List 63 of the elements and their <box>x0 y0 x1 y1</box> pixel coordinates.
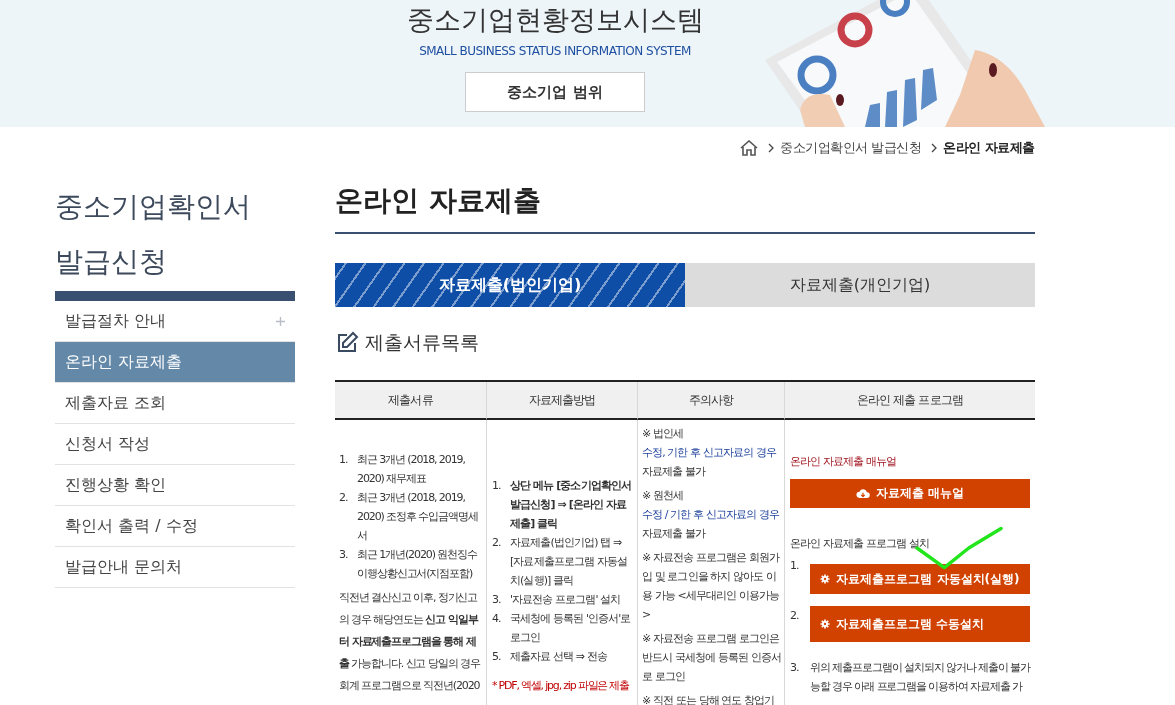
caution-text: 자료제출 불가 <box>642 464 707 480</box>
list-number: 3. <box>339 547 349 563</box>
file-note: * PDF, 엑셀, jpg, zip 파일은 제출 <box>492 678 631 694</box>
sidebar-item[interactable]: 온라인 자료제출 <box>55 342 295 383</box>
note-text: 직전년 결산신고 이후, 정기신고의 경우 해당연도는 신고 익일부터 자료제출프로그램을 통해 제출 가능합니다. 신고 당일의 경우 회계 프로그램으로 직전년(2020 <box>339 590 481 694</box>
page-title: 온라인 자료제출 <box>335 182 1035 234</box>
breadcrumb-link[interactable]: 온라인 자료제출 <box>943 139 1035 157</box>
sidebar-item[interactable]: 발급안내 문의처 <box>55 547 295 588</box>
step-number: 2. <box>492 535 502 551</box>
step-text: 위의 제출프로그램이 설치되지 않거나 제출이 불가능할 경우 아래 프로그램을 이용하여 자료제출 가 <box>810 660 1030 695</box>
caution-text: ※ 직전 또는 당해 연도 창업기 <box>642 693 776 705</box>
list-number: 1. <box>339 452 349 468</box>
caution-text: 수정, 기한 후 신고자료의 경우 <box>642 445 778 461</box>
document-item: 최근 3개년 (2018, 2019, 2020) 재무제표 <box>357 452 466 487</box>
sidebar-item[interactable]: 신청서 작성 <box>55 424 295 465</box>
column-header: 제출서류 <box>335 382 487 420</box>
step-number: 4. <box>492 611 502 627</box>
step-number: 3. <box>790 660 800 676</box>
tab[interactable]: 자료제출(법인기업) <box>335 263 685 307</box>
manual-label: 온라인 자료제출 매뉴얼 <box>790 454 898 470</box>
home-icon[interactable] <box>740 140 759 156</box>
gear-icon <box>820 574 831 584</box>
step-text: 상단 메뉴 [중소기업확인서 발급신청] ⇒ [온라인 자료제출] 클릭 <box>510 478 633 532</box>
chevron-icon <box>768 143 775 153</box>
column-header: 주의사항 <box>638 382 785 420</box>
caution-text: 자료제출 불가 <box>642 526 707 542</box>
scope-button[interactable]: 중소기업 범위 <box>465 72 645 112</box>
section-title: 제출서류목록 <box>365 329 479 355</box>
sidebar-item[interactable]: 확인서 출력 / 수정 <box>55 506 295 547</box>
site-subtitle: SMALL BUSINESS STATUS INFORMATION SYSTEM <box>419 44 691 58</box>
column-header: 자료제출방법 <box>487 382 638 420</box>
caution-text: 수정 / 기한 후 신고자료의 경우 <box>642 507 780 523</box>
caution-text: ※ 법인세 <box>642 426 685 442</box>
step-text: 자료제출(법인기업) 탭 ⇒ [자료제출프로그램 자동설치(실행)] 클릭 <box>510 535 629 589</box>
manual-download-button[interactable]: 자료제출 매뉴얼 <box>790 479 1030 508</box>
gear-icon <box>820 619 830 629</box>
chevron-icon <box>931 143 938 153</box>
step-number: 5. <box>492 649 502 665</box>
edit-icon <box>335 330 359 355</box>
step-text: 제출자료 선택 ⇒ 전송 <box>510 649 607 665</box>
caution-text: ※ 자료전송 프로그램은 회원가입 및 로그인을 하지 않아도 이용 가능 <세무대리인 이용가능> <box>642 550 781 623</box>
step-number: 1. <box>790 558 800 574</box>
sidebar-title: 중소기업확인서 발급신청 <box>55 189 252 280</box>
sidebar-item[interactable]: 제출자료 조회 <box>55 383 295 424</box>
step-number: 3. <box>492 592 502 608</box>
document-item: 최근 3개년 (2018, 2019, 2020) 조정후 수입금액명세서 <box>357 490 479 544</box>
caution-text: ※ 원천세 <box>642 488 685 504</box>
caution-text: ※ 자료전송 프로그램 로그인은 반드시 국세청에 등록된 인증서로 로그인 <box>642 631 782 685</box>
install-button[interactable]: 자료제출프로그램 자동설치(실행) <box>810 564 1030 594</box>
install-label: 온라인 자료제출 프로그램 설치 <box>790 536 931 552</box>
document-item: 최근 1개년(2020) 원천징수 이행상황신고서(지점포함) <box>357 547 478 582</box>
breadcrumb-link[interactable]: 중소기업확인서 발급신청 <box>780 139 922 157</box>
list-number: 2. <box>339 490 349 506</box>
column-header: 온라인 제출 프로그램 <box>785 382 1035 420</box>
step-number: 2. <box>790 608 800 624</box>
sidebar-item[interactable]: 진행상황 확인 <box>55 465 295 506</box>
step-text: '자료전송 프로그램' 설치 <box>510 592 621 608</box>
tab[interactable]: 자료제출(개인기업) <box>685 263 1035 307</box>
site-title: 중소기업현황정보시스템 <box>406 3 704 37</box>
install-button[interactable]: 자료제출프로그램 수동설치 <box>810 606 1030 642</box>
cloud-download-icon <box>855 488 870 499</box>
step-text: 국세청에 등록된 '인증서'로 로그인 <box>510 611 632 646</box>
step-number: 1. <box>492 478 502 494</box>
